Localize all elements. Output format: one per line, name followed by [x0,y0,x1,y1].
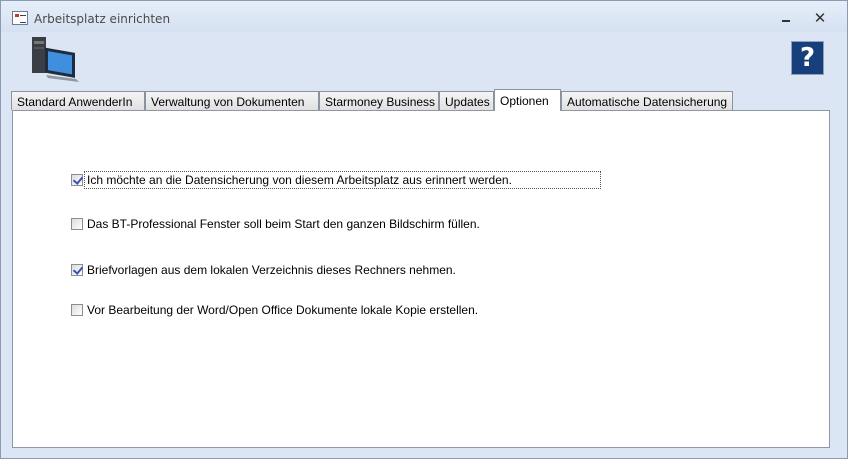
option-label: Ich möchte an die Datensicherung von die… [87,173,512,187]
app-window: Arbeitsplatz einrichten ✕ ? Standard Anw… [0,0,848,459]
tab-updates[interactable]: Updates [439,91,494,110]
checkbox-datensicherung-erinnerung[interactable] [71,174,83,186]
checkbox-lokale-kopie[interactable] [71,304,83,316]
option-label: Briefvorlagen aus dem lokalen Verzeichni… [87,263,456,277]
minimize-icon [782,20,790,22]
checkbox-vollbild-start[interactable] [71,218,83,230]
tab-starmoney-business[interactable]: Starmoney Business [319,91,439,110]
help-button[interactable]: ? [791,41,824,75]
close-icon: ✕ [813,9,827,27]
form-icon [12,11,28,25]
tab-automatische-datensicherung[interactable]: Automatische Datensicherung [561,91,733,110]
options-panel: Ich möchte an die Datensicherung von die… [12,110,830,448]
computer-workstation-icon [32,37,79,82]
help-icon: ? [799,43,816,73]
minimize-button[interactable] [775,8,797,28]
option-label: Vor Bearbeitung der Word/Open Office Dok… [87,303,479,317]
title-bar[interactable]: Arbeitsplatz einrichten ✕ [1,1,847,32]
checkbox-briefvorlagen-lokal[interactable] [71,264,83,276]
tab-optionen[interactable]: Optionen [494,89,561,111]
window-title: Arbeitsplatz einrichten [34,12,171,26]
tab-verwaltung-von-dokumenten[interactable]: Verwaltung von Dokumenten [145,91,319,110]
close-button[interactable]: ✕ [809,8,831,28]
tab-standard-anwenderin[interactable]: Standard AnwenderIn [11,91,145,110]
option-label: Das BT-Professional Fenster soll beim St… [87,217,480,231]
